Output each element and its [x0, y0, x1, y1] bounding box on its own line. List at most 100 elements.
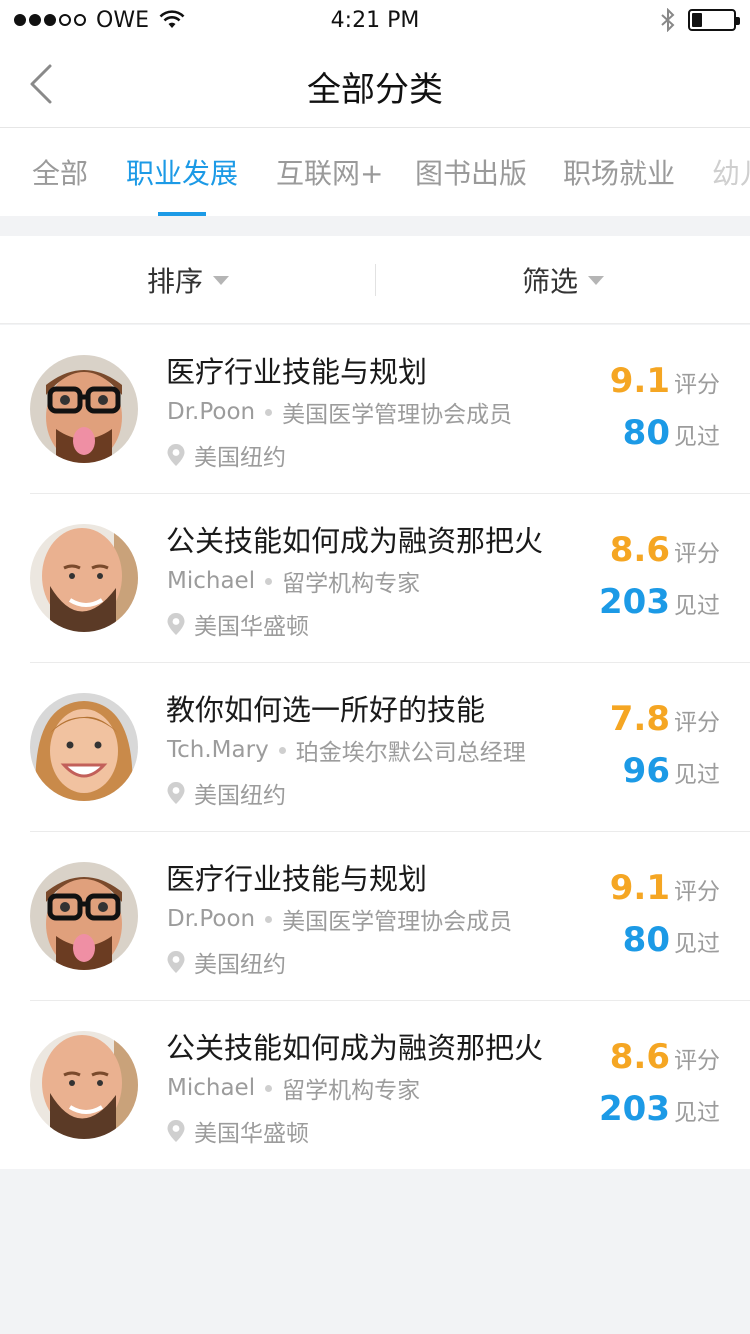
rating-value: 9.1 [609, 868, 670, 908]
seen-unit: 见过 [674, 424, 720, 450]
tab-internet-plus[interactable]: 互联网+ [276, 152, 383, 192]
item-author: Michael 留学机构专家 [167, 1071, 420, 1105]
tab-all[interactable]: 全部 [32, 152, 88, 192]
seen-unit: 见过 [674, 593, 720, 619]
seen-value: 96 [622, 751, 670, 791]
item-title: 教你如何选一所好的技能 [166, 693, 486, 727]
sort-label: 排序 [147, 265, 204, 298]
tab-early-childhood[interactable]: 幼儿 [712, 152, 750, 192]
seen-value: 80 [622, 920, 670, 960]
item-location: 美国纽约 [166, 945, 286, 979]
location-text: 美国纽约 [194, 445, 286, 471]
item-location: 美国华盛顿 [166, 1114, 309, 1148]
rating-value: 9.1 [609, 361, 670, 401]
avatar [30, 693, 138, 801]
author-role: 留学机构专家 [282, 571, 421, 597]
seen-count: 80 见过 [623, 413, 720, 453]
separator-dot [265, 577, 273, 585]
expert-list: 医疗行业技能与规划 Dr.Poon 美国医学管理协会成员 美国纽约 9.1 评分… [0, 325, 750, 1169]
rating: 8.6 评分 [610, 530, 720, 570]
location-text: 美国华盛顿 [194, 1121, 309, 1147]
item-title: 医疗行业技能与规划 [166, 355, 428, 389]
rating-unit: 评分 [674, 1048, 720, 1074]
author-role: 美国医学管理协会成员 [282, 402, 513, 428]
location-pin-icon [167, 782, 185, 804]
item-title: 公关技能如何成为融资那把火 [166, 524, 544, 558]
author-name: Dr.Poon [167, 399, 256, 425]
item-location: 美国华盛顿 [166, 607, 309, 641]
seen-unit: 见过 [674, 762, 720, 788]
seen-count: 203 见过 [599, 582, 720, 622]
filter-label: 筛选 [522, 265, 579, 298]
item-title: 医疗行业技能与规划 [166, 862, 428, 896]
rating-unit: 评分 [674, 710, 720, 736]
separator-dot [278, 746, 286, 754]
author-role: 珀金埃尔默公司总经理 [295, 740, 526, 766]
rating: 9.1 评分 [610, 361, 720, 401]
avatar [30, 862, 138, 970]
seen-unit: 见过 [674, 1100, 720, 1126]
location-text: 美国纽约 [194, 952, 286, 978]
sort-dropdown[interactable]: 排序 [147, 236, 230, 324]
rating-unit: 评分 [674, 541, 720, 567]
battery-icon [688, 9, 740, 31]
tab-book-publishing[interactable]: 图书出版 [415, 152, 527, 192]
filter-divider [375, 264, 376, 296]
filter-bar: 排序 筛选 [0, 236, 750, 324]
rating-value: 8.6 [609, 530, 670, 570]
status-right [660, 8, 740, 32]
seen-count: 203 见过 [599, 1089, 720, 1129]
list-item[interactable]: 医疗行业技能与规划 Dr.Poon 美国医学管理协会成员 美国纽约 9.1 评分… [0, 325, 750, 494]
list-item[interactable]: 公关技能如何成为融资那把火 Michael 留学机构专家 美国华盛顿 8.6 评… [0, 1001, 750, 1170]
rating: 7.8 评分 [610, 699, 720, 739]
author-role: 美国医学管理协会成员 [282, 909, 513, 935]
seen-value: 203 [599, 582, 670, 622]
item-author: Dr.Poon 美国医学管理协会成员 [167, 395, 512, 429]
author-name: Tch.Mary [167, 737, 269, 763]
filter-dropdown[interactable]: 筛选 [522, 236, 605, 324]
nav-bar: 全部分类 [0, 40, 750, 128]
separator-dot [265, 408, 273, 416]
location-pin-icon [167, 613, 185, 635]
item-author: Michael 留学机构专家 [167, 564, 420, 598]
avatar [30, 1031, 138, 1139]
avatar [30, 355, 138, 463]
rating: 8.6 评分 [610, 1037, 720, 1077]
carrier-name: OWE [96, 7, 149, 33]
avatar [30, 524, 138, 632]
rating-unit: 评分 [674, 372, 720, 398]
item-title: 公关技能如何成为融资那把火 [166, 1031, 544, 1065]
location-text: 美国华盛顿 [194, 614, 309, 640]
list-item[interactable]: 公关技能如何成为融资那把火 Michael 留学机构专家 美国华盛顿 8.6 评… [0, 494, 750, 663]
author-name: Michael [167, 1075, 256, 1101]
page-title: 全部分类 [307, 70, 443, 110]
rating: 9.1 评分 [610, 868, 720, 908]
separator-dot [265, 1084, 273, 1092]
wifi-icon [159, 10, 185, 28]
author-role: 留学机构专家 [282, 1078, 421, 1104]
item-location: 美国纽约 [166, 438, 286, 472]
list-item[interactable]: 医疗行业技能与规划 Dr.Poon 美国医学管理协会成员 美国纽约 9.1 评分… [0, 832, 750, 1001]
separator-dot [265, 915, 273, 923]
signal-strength-icon [14, 14, 86, 26]
location-pin-icon [167, 951, 185, 973]
caret-down-icon [588, 275, 605, 285]
item-author: Tch.Mary 珀金埃尔默公司总经理 [167, 733, 526, 767]
seen-value: 203 [599, 1089, 670, 1129]
seen-count: 80 见过 [623, 920, 720, 960]
tab-career-development[interactable]: 职业发展 [126, 152, 238, 192]
caret-down-icon [213, 275, 230, 285]
rating-value: 8.6 [609, 1037, 670, 1077]
author-name: Michael [167, 568, 256, 594]
category-tabs: 全部 职业发展 互联网+ 图书出版 职场就业 幼儿 [0, 128, 750, 216]
list-item[interactable]: 教你如何选一所好的技能 Tch.Mary 珀金埃尔默公司总经理 美国纽约 7.8… [0, 663, 750, 832]
location-pin-icon [167, 1120, 185, 1142]
location-text: 美国纽约 [194, 783, 286, 809]
rating-value: 7.8 [609, 699, 670, 739]
status-left: OWE [14, 8, 185, 33]
tab-workplace-employment[interactable]: 职场就业 [563, 152, 675, 192]
bluetooth-icon [661, 8, 675, 32]
seen-value: 80 [622, 413, 670, 453]
item-author: Dr.Poon 美国医学管理协会成员 [167, 902, 512, 936]
seen-count: 96 见过 [623, 751, 720, 791]
